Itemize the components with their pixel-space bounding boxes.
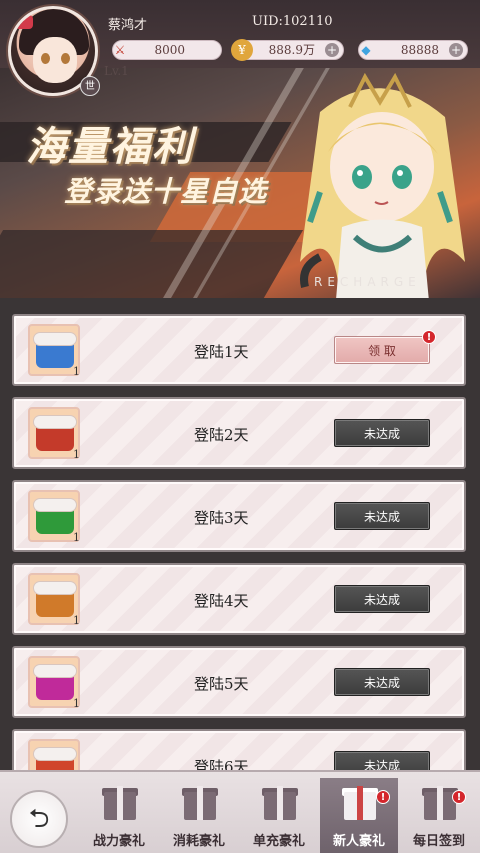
add-diamond-button[interactable]: + (449, 43, 463, 57)
gold-bar: ¥ 888.9万 + (231, 39, 344, 61)
tab-daily-checkin[interactable]: 每日签到 ! (400, 778, 478, 853)
tab-label: 战力豪礼 (92, 834, 145, 849)
not-achieved-button[interactable]: 未达成 (334, 668, 430, 696)
notification-badge: ! (452, 790, 466, 804)
day-label: 登陆1天 (194, 343, 249, 361)
player-level: Lv.1 (104, 64, 129, 78)
gift-box-icon[interactable]: 1 (28, 739, 80, 770)
item-count: 1 (73, 531, 80, 544)
list-item: 1 登陆3天 未达成 (12, 480, 466, 552)
diamond-icon: ◆ (361, 43, 371, 57)
not-achieved-button[interactable]: 未达成 (334, 419, 430, 447)
list-item: 1 登陆6天 未达成 (12, 729, 466, 770)
gold-value: 888.9万 (268, 43, 315, 57)
day-label: 登陆5天 (194, 675, 249, 693)
notification-badge: ! (376, 790, 390, 804)
tab-label: 消耗豪礼 (172, 834, 225, 849)
day-label: 登陆3天 (194, 509, 249, 527)
back-arrow-icon: ⮌ (28, 804, 50, 834)
banner-title: 海量福利 (26, 123, 194, 170)
not-achieved-button[interactable]: 未达成 (334, 502, 430, 530)
heroine-illustration (300, 72, 465, 302)
gift-icon (342, 782, 378, 822)
not-achieved-button[interactable]: 未达成 (334, 751, 430, 770)
tab-label: 每日签到 (412, 834, 465, 849)
gold-coin-icon: ¥ (231, 39, 253, 61)
not-achieved-button[interactable]: 未达成 (334, 585, 430, 613)
item-count: 1 (73, 697, 80, 710)
list-item: 1 登陆1天 领 取 ! (12, 314, 466, 386)
vip-badge: 世 (80, 76, 100, 96)
gift-box-icon[interactable]: 1 (28, 407, 80, 461)
item-count: 1 (73, 365, 80, 378)
list-item: 1 登陆4天 未达成 (12, 563, 466, 635)
gift-icon (262, 782, 298, 822)
day-label: 登陆6天 (194, 758, 249, 770)
power-bar: ⚔ 8000 (112, 40, 222, 60)
event-banner: 海量福利 登录送十星自选 RECHARGE (0, 62, 480, 302)
gift-box-icon[interactable]: 1 (28, 324, 80, 378)
item-count: 1 (73, 448, 80, 461)
notification-badge: ! (422, 330, 436, 344)
tab-single-recharge-gift[interactable]: 单充豪礼 (240, 778, 318, 853)
list-item: 1 登陆2天 未达成 (12, 397, 466, 469)
player-uid: UID:102110 (252, 14, 333, 29)
tab-power-gift[interactable]: 战力豪礼 (80, 778, 158, 853)
power-value: 8000 (154, 43, 185, 57)
day-label: 登陆4天 (194, 592, 249, 610)
gift-box-icon[interactable]: 1 (28, 573, 80, 627)
gift-box-icon[interactable]: 1 (28, 656, 80, 710)
gift-icon (102, 782, 138, 822)
item-count: 1 (73, 614, 80, 627)
gift-icon (422, 782, 458, 822)
banner-tag: RECHARGE (314, 275, 421, 289)
reward-list[interactable]: 1 登陆1天 领 取 ! 1 登陆2天 未达成 1 登陆3天 未达成 1 登陆4… (0, 298, 480, 770)
gift-box-icon[interactable]: 1 (28, 490, 80, 544)
diamond-value: 88888 (400, 43, 439, 57)
tab-label: 单充豪礼 (252, 834, 305, 849)
back-button[interactable]: ⮌ (10, 790, 68, 848)
diamond-bar: ◆ 88888 + (358, 40, 468, 60)
claim-button[interactable]: 领 取 (334, 336, 430, 364)
bottom-nav: ⮌ 战力豪礼 消耗豪礼 单充豪礼 新人豪礼 ! 每日签到 ! (0, 770, 480, 853)
list-item: 1 登陆5天 未达成 (12, 646, 466, 718)
day-label: 登陆2天 (194, 426, 249, 444)
banner-subtitle: 登录送十星自选 (64, 175, 268, 208)
hair-bow-icon (15, 15, 33, 29)
tab-newbie-gift[interactable]: 新人豪礼 ! (320, 778, 398, 853)
gift-icon (182, 782, 218, 822)
crossed-swords-icon: ⚔ (114, 43, 126, 57)
add-gold-button[interactable]: + (325, 43, 339, 57)
tab-label: 新人豪礼 (332, 834, 385, 849)
tab-consume-gift[interactable]: 消耗豪礼 (160, 778, 238, 853)
player-name: 蔡鸿才 (108, 18, 148, 33)
